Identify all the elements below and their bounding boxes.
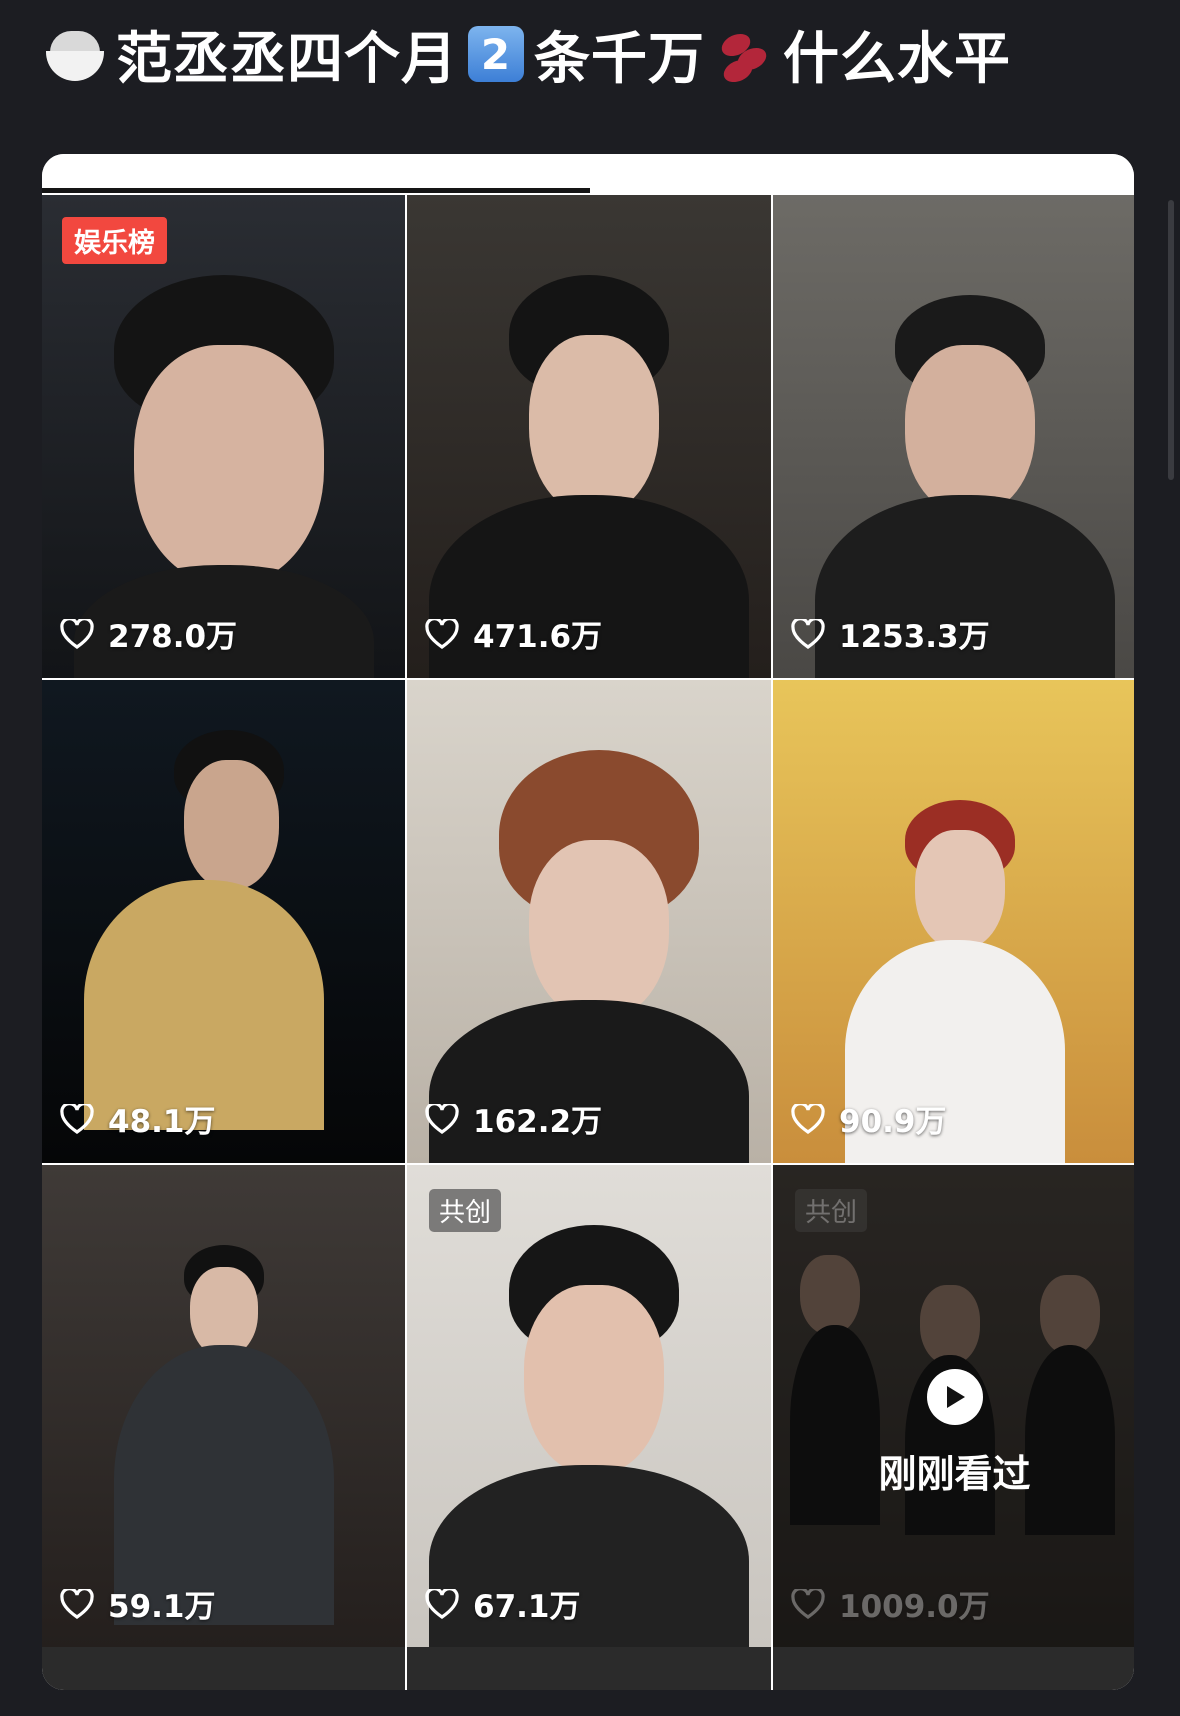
- heart-icon: [791, 1588, 825, 1619]
- title-text-3: 什么水平: [783, 26, 1011, 92]
- like-count: 1009.0万: [791, 1581, 990, 1626]
- like-count: 278.0万: [60, 611, 237, 656]
- video-tile-partial[interactable]: [773, 1647, 1134, 1690]
- video-thumbnail: [773, 195, 1134, 678]
- keycap-digit-two-icon: 2: [468, 26, 524, 82]
- scrollbar[interactable]: [1168, 200, 1174, 480]
- play-icon[interactable]: [926, 1369, 983, 1425]
- video-tile[interactable]: 1253.3万: [773, 195, 1134, 678]
- like-count-value: 471.6万: [473, 619, 603, 655]
- heart-icon: [60, 1103, 94, 1134]
- video-tile[interactable]: 娱乐榜 278.0万: [42, 195, 405, 678]
- video-tile[interactable]: 共创 刚刚看过 1009.0万: [773, 1165, 1134, 1648]
- like-count: 90.9万: [791, 1096, 947, 1141]
- next-row-partial: [42, 1647, 1134, 1690]
- like-count: 1253.3万: [791, 611, 990, 656]
- video-tile-partial[interactable]: [407, 1647, 771, 1690]
- video-grid: 娱乐榜 278.0万 471.6万 1253.3万 48.1万 162.2万 9…: [42, 195, 1134, 1648]
- heart-icon: [791, 618, 825, 649]
- like-count-value: 90.9万: [839, 1104, 947, 1140]
- video-tile[interactable]: 90.9万: [773, 680, 1134, 1163]
- video-thumbnail: [407, 195, 771, 678]
- like-count-value: 1009.0万: [839, 1589, 990, 1625]
- like-count-value: 67.1万: [473, 1589, 581, 1625]
- video-thumbnail: [407, 1165, 771, 1648]
- screenshot-frame: 娱乐榜 278.0万 471.6万 1253.3万 48.1万 162.2万 9…: [42, 154, 1134, 1690]
- like-count: 471.6万: [425, 611, 602, 656]
- like-count-value: 1253.3万: [839, 619, 990, 655]
- video-tile-partial[interactable]: [42, 1647, 405, 1690]
- like-count: 67.1万: [425, 1581, 581, 1626]
- like-count-value: 59.1万: [108, 1589, 216, 1625]
- heart-icon: [60, 1588, 94, 1619]
- co-create-badge: 共创: [429, 1189, 502, 1232]
- title-text-2: 条千万: [534, 26, 705, 92]
- post-title: 范丞丞四个月 2 条千万 什么水平: [44, 18, 1011, 92]
- active-tab-indicator: [42, 188, 590, 193]
- video-tile[interactable]: 48.1万: [42, 680, 405, 1163]
- person-figure: [74, 730, 374, 1150]
- like-count: 48.1万: [60, 1096, 216, 1141]
- heart-icon: [60, 618, 94, 649]
- video-thumbnail: [42, 195, 405, 678]
- video-tile[interactable]: 59.1万: [42, 1165, 405, 1648]
- video-thumbnail: [407, 680, 771, 1163]
- heart-icon: [425, 1103, 459, 1134]
- like-count: 59.1万: [60, 1581, 216, 1626]
- video-tile[interactable]: 162.2万: [407, 680, 771, 1163]
- video-thumbnail: [773, 680, 1134, 1163]
- co-create-badge: 共创: [795, 1189, 868, 1232]
- entertainment-rank-badge: 娱乐榜: [62, 217, 167, 264]
- video-tile[interactable]: 共创 67.1万: [407, 1165, 771, 1648]
- title-text-1: 范丞丞四个月: [116, 26, 458, 92]
- heart-icon: [425, 618, 459, 649]
- heart-icon: [425, 1588, 459, 1619]
- tab-strip: [42, 154, 1134, 194]
- recently-watched-label: 刚刚看过: [878, 1452, 1031, 1496]
- like-count: 162.2万: [425, 1096, 602, 1141]
- heart-icon: [791, 1103, 825, 1134]
- like-count-value: 162.2万: [473, 1104, 603, 1140]
- like-count-value: 48.1万: [108, 1104, 216, 1140]
- like-count-value: 278.0万: [108, 619, 238, 655]
- video-thumbnail: [42, 680, 405, 1163]
- rice-bowl-icon: [44, 25, 106, 83]
- video-thumbnail: [42, 1165, 405, 1648]
- beans-icon: [715, 25, 773, 87]
- video-tile[interactable]: 471.6万: [407, 195, 771, 678]
